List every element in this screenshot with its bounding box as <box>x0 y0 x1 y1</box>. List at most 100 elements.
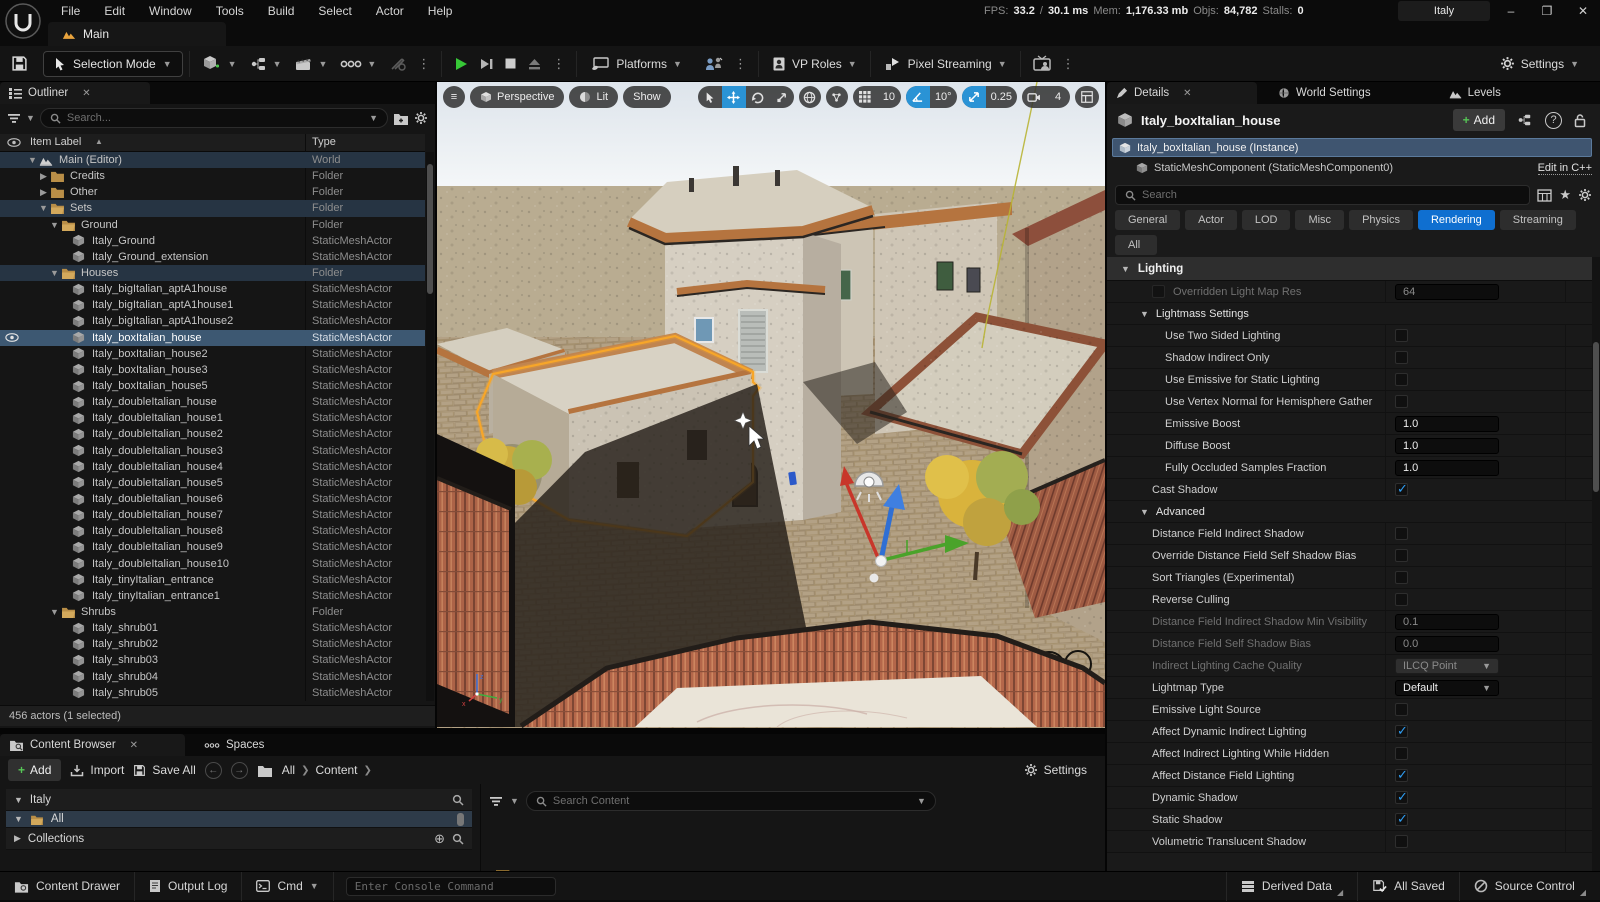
maximize-viewport-button[interactable] <box>1075 86 1099 108</box>
multi-user-kebab[interactable]: ⋮ <box>729 56 752 72</box>
expander-icon[interactable]: ▼ <box>37 203 50 213</box>
section-header-lighting[interactable]: ▼Lighting <box>1107 257 1592 281</box>
outliner-row-italy-doubleitalian-house7[interactable]: Italy_doubleItalian_house7StaticMeshActo… <box>0 507 425 523</box>
menu-actor[interactable]: Actor <box>365 4 415 18</box>
checkbox-affect-dynamic-indirect-lighting[interactable] <box>1395 725 1408 738</box>
menu-help[interactable]: Help <box>417 4 464 18</box>
close-icon[interactable]: ✕ <box>130 740 138 751</box>
tab-world-settings[interactable]: World Settings <box>1269 82 1380 104</box>
add-component-button[interactable]: + Add <box>1453 109 1505 131</box>
expander-icon[interactable]: ▼ <box>48 268 61 278</box>
outliner-row-italy-shrub02[interactable]: Italy_shrub02StaticMeshActor <box>0 636 425 652</box>
outliner-row-italy-boxitalian-house[interactable]: Italy_boxItalian_houseStaticMeshActor <box>0 330 425 346</box>
outliner-row-italy-bigitalian-apta1house[interactable]: Italy_bigItalian_aptA1houseStaticMeshAct… <box>0 281 425 297</box>
cb-save-all-button[interactable]: Save All <box>133 763 195 777</box>
outliner-row-italy-doubleitalian-house[interactable]: Italy_doubleItalian_houseStaticMeshActor <box>0 394 425 410</box>
level-viewport[interactable]: z y x ≡ Perspective Lit Show <box>437 82 1105 728</box>
details-scrollbar[interactable] <box>1592 257 1600 871</box>
menu-edit[interactable]: Edit <box>93 4 136 18</box>
outliner-row-shrubs[interactable]: ▼ShrubsFolder <box>0 604 425 620</box>
checkbox-sort-triangles-experimental-[interactable] <box>1395 571 1408 584</box>
value-field-distance-field-self-shadow-bias[interactable]: 0.0 <box>1395 636 1499 652</box>
outliner-row-houses[interactable]: ▼HousesFolder <box>0 265 425 281</box>
expander-icon[interactable]: ▼ <box>14 795 23 805</box>
chevron-down-icon[interactable]: ▼ <box>228 59 237 69</box>
multi-user-icon[interactable] <box>699 51 729 77</box>
chevron-down-icon[interactable]: ▼ <box>273 59 282 69</box>
checkbox-affect-indirect-lighting-while-hidden[interactable] <box>1395 747 1408 760</box>
settings-dropdown[interactable]: Settings ▼ <box>1493 51 1586 77</box>
derived-data-button[interactable]: Derived Data ◢ <box>1226 872 1357 901</box>
filter-chip-lod[interactable]: LOD <box>1242 210 1291 230</box>
chevron-down-icon[interactable]: ▼ <box>917 796 926 806</box>
capture-kebab[interactable]: ⋮ <box>1057 56 1080 72</box>
collections-row[interactable]: ▶ Collections ⊕ <box>6 828 472 850</box>
breadcrumb-content[interactable]: Content <box>315 763 357 777</box>
content-drawer-button[interactable]: Content Drawer <box>0 872 135 901</box>
world-local-toggle[interactable] <box>799 86 821 108</box>
help-icon[interactable]: ? <box>1545 112 1562 129</box>
menu-tools[interactable]: Tools <box>205 4 255 18</box>
filter-icon[interactable] <box>7 113 21 124</box>
outliner-row-sets[interactable]: ▼SetsFolder <box>0 200 425 216</box>
left-foreground-wall[interactable] <box>437 434 515 727</box>
close-icon[interactable]: ✕ <box>1183 88 1191 99</box>
perspective-dropdown[interactable]: Perspective <box>470 86 564 108</box>
checkbox-cast-shadow[interactable] <box>1395 483 1408 496</box>
outliner-row-italy-doubleitalian-house3[interactable]: Italy_doubleItalian_house3StaticMeshActo… <box>0 443 425 459</box>
folder-all-row[interactable]: ▼ All <box>6 811 472 828</box>
output-log-button[interactable]: Output Log <box>135 872 242 901</box>
outliner-row-italy-doubleitalian-house2[interactable]: Italy_doubleItalian_house2StaticMeshActo… <box>0 426 425 442</box>
expander-icon[interactable]: ▼ <box>26 155 39 165</box>
value-field-emissive-boost[interactable]: 1.0 <box>1395 416 1499 432</box>
outliner-row-credits[interactable]: ▶CreditsFolder <box>0 168 425 184</box>
subsection-advanced[interactable]: ▼Advanced <box>1107 501 1592 523</box>
cb-import-button[interactable]: Import <box>70 763 124 777</box>
outliner-row-main-editor-[interactable]: ▼Main (Editor)World <box>0 152 425 168</box>
add-collection-icon[interactable]: ⊕ <box>434 831 445 847</box>
rotation-snap-toggle[interactable] <box>906 86 930 108</box>
pixel-streaming-dropdown[interactable]: Pixel Streaming ▼ <box>877 51 1014 77</box>
subsection-lightmass-settings[interactable]: ▼Lightmass Settings <box>1107 303 1592 325</box>
edit-in-cpp-link[interactable]: Edit in C++ <box>1538 162 1592 175</box>
scale-snap-toggle[interactable] <box>962 86 986 108</box>
outliner-row-italy-shrub03[interactable]: Italy_shrub03StaticMeshActor <box>0 652 425 668</box>
checkbox-static-shadow[interactable] <box>1395 813 1408 826</box>
static-mesh-component-row[interactable]: StaticMeshComponent (StaticMeshComponent… <box>1112 159 1592 177</box>
new-folder-icon[interactable] <box>393 112 409 125</box>
panel-divider[interactable] <box>435 82 437 732</box>
eject-button[interactable] <box>522 51 547 77</box>
close-button[interactable]: ✕ <box>1568 0 1598 22</box>
filter-chip-actor[interactable]: Actor <box>1185 210 1237 230</box>
outliner-row-italy-tinyitalian-entrance[interactable]: Italy_tinyItalian_entranceStaticMeshActo… <box>0 572 425 588</box>
expander-icon[interactable]: ▶ <box>37 171 50 182</box>
value-field-overridden-light-map-res[interactable]: 64 <box>1395 284 1499 300</box>
outliner-row-italy-doubleitalian-house6[interactable]: Italy_doubleItalian_house6StaticMeshActo… <box>0 491 425 507</box>
source-root-row[interactable]: ▼ Italy <box>6 789 472 811</box>
play-button[interactable] <box>448 51 474 77</box>
filter-chip-physics[interactable]: Physics <box>1349 210 1413 230</box>
outliner-row-italy-boxitalian-house2[interactable]: Italy_boxItalian_house2StaticMeshActor <box>0 346 425 362</box>
outliner-row-italy-tinyitalian-entrance1[interactable]: Italy_tinyItalian_entrance1StaticMeshAct… <box>0 588 425 604</box>
outliner-row-italy-boxitalian-house3[interactable]: Italy_boxItalian_house3StaticMeshActor <box>0 362 425 378</box>
visibility-eye-icon[interactable] <box>5 333 19 342</box>
tab-spaces[interactable]: Spaces <box>195 734 273 756</box>
selection-mode-dropdown[interactable]: Selection Mode ▼ <box>43 51 183 77</box>
chevron-down-icon[interactable]: ▼ <box>369 113 378 123</box>
column-item-label[interactable]: Item Label <box>30 136 81 148</box>
maximize-button[interactable]: ❐ <box>1532 0 1562 22</box>
filter-chip-misc[interactable]: Misc <box>1295 210 1344 230</box>
outliner-row-italy-bigitalian-apta1house2[interactable]: Italy_bigItalian_aptA1house2StaticMeshAc… <box>0 313 425 329</box>
expander-icon[interactable]: ▶ <box>37 187 50 198</box>
asset-search-input[interactable]: Search Content ▼ <box>526 791 936 811</box>
cb-settings-dropdown[interactable]: Settings <box>1024 763 1097 777</box>
camera-speed-value[interactable]: 4 <box>1046 86 1070 108</box>
dropdown-indirect-lighting-cache-quality[interactable]: ILCQ Point▼ <box>1395 658 1499 674</box>
minimize-button[interactable]: – <box>1496 0 1526 22</box>
outliner-row-italy-doubleitalian-house10[interactable]: Italy_doubleItalian_house10StaticMeshAct… <box>0 556 425 572</box>
checkbox-use-vertex-normal-for-hemisphere-gather[interactable] <box>1395 395 1408 408</box>
outliner-row-other[interactable]: ▶OtherFolder <box>0 184 425 200</box>
outliner-row-italy-shrub05[interactable]: Italy_shrub05StaticMeshActor <box>0 685 425 701</box>
outliner-row-italy-doubleitalian-house5[interactable]: Italy_doubleItalian_house5StaticMeshActo… <box>0 475 425 491</box>
source-control-button[interactable]: Source Control ◢ <box>1459 872 1600 901</box>
